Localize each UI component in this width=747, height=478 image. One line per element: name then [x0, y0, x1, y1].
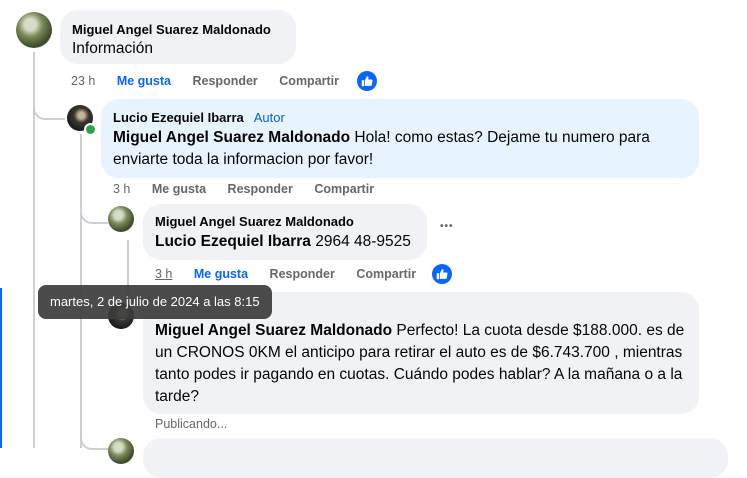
comment-bubble: Miguel Angel Suarez Maldonado Lucio Ezeq…: [143, 204, 427, 260]
like-reaction-icon[interactable]: [432, 264, 452, 284]
mention-link[interactable]: Miguel Angel Suarez Maldonado: [113, 129, 350, 146]
comment-bubble: Miguel Angel Suarez Maldonado Informació…: [60, 10, 296, 64]
comment-bubble: Lucio Ezequiel Ibarra Autor Miguel Angel …: [101, 99, 699, 178]
author-name[interactable]: Lucio Ezequiel Ibarra: [113, 110, 244, 125]
share-button[interactable]: Compartir: [279, 74, 339, 88]
share-button[interactable]: Compartir: [356, 267, 416, 281]
thread-elbow-reply-1: [33, 90, 65, 120]
comment-text: Miguel Angel Suarez Maldonado Hola! como…: [113, 127, 688, 171]
like-reaction-icon[interactable]: [357, 71, 377, 91]
comment-time[interactable]: 3 h: [155, 267, 172, 281]
comment-body: 2964 48-9525: [310, 233, 411, 250]
avatar-miguel[interactable]: [108, 206, 134, 232]
thread-elbow-reply-2: [80, 200, 108, 224]
posting-status: Publicando...: [155, 417, 228, 431]
reply-button[interactable]: Responder: [193, 74, 258, 88]
thread-elbow-reply-4: [80, 420, 108, 450]
avatar-miguel[interactable]: [16, 12, 52, 48]
comment-text: Lucio Ezequiel Ibarra 2964 48-9525: [155, 231, 411, 253]
comment-actions: 3 h Me gusta Responder Compartir: [113, 182, 392, 196]
mention-link[interactable]: Lucio Ezequiel Ibarra: [155, 233, 311, 250]
more-options-icon[interactable]: •••: [440, 221, 454, 232]
online-status-dot: [84, 123, 97, 136]
comment-text: Información: [72, 40, 153, 57]
mention-link[interactable]: Miguel Angel Suarez Maldonado: [155, 322, 392, 339]
like-button[interactable]: Me gusta: [117, 74, 171, 88]
share-button[interactable]: Compartir: [314, 182, 374, 196]
comment-bubble-next: [143, 438, 728, 478]
comment-actions: 3 h Me gusta Responder Compartir: [155, 267, 434, 281]
comment-author[interactable]: Miguel Angel Suarez Maldonado: [155, 214, 354, 229]
author-badge: Autor: [253, 110, 285, 125]
comment-text: Miguel Angel Suarez Maldonado Perfecto! …: [155, 320, 685, 408]
comment-time[interactable]: 23 h: [71, 74, 95, 88]
timestamp-tooltip: martes, 2 de julio de 2024 a las 8:15: [38, 285, 272, 319]
reply-button[interactable]: Responder: [270, 267, 335, 281]
focus-indicator: [0, 288, 2, 448]
like-button[interactable]: Me gusta: [152, 182, 206, 196]
like-button[interactable]: Me gusta: [194, 267, 248, 281]
comment-actions: 23 h Me gusta Responder Compartir: [71, 74, 357, 88]
comment-author[interactable]: Miguel Angel Suarez Maldonado: [72, 22, 271, 37]
reply-button[interactable]: Responder: [228, 182, 293, 196]
comment-time[interactable]: 3 h: [113, 182, 130, 196]
avatar-next[interactable]: [108, 438, 134, 464]
comment-author: Lucio Ezequiel Ibarra Autor: [113, 110, 285, 125]
